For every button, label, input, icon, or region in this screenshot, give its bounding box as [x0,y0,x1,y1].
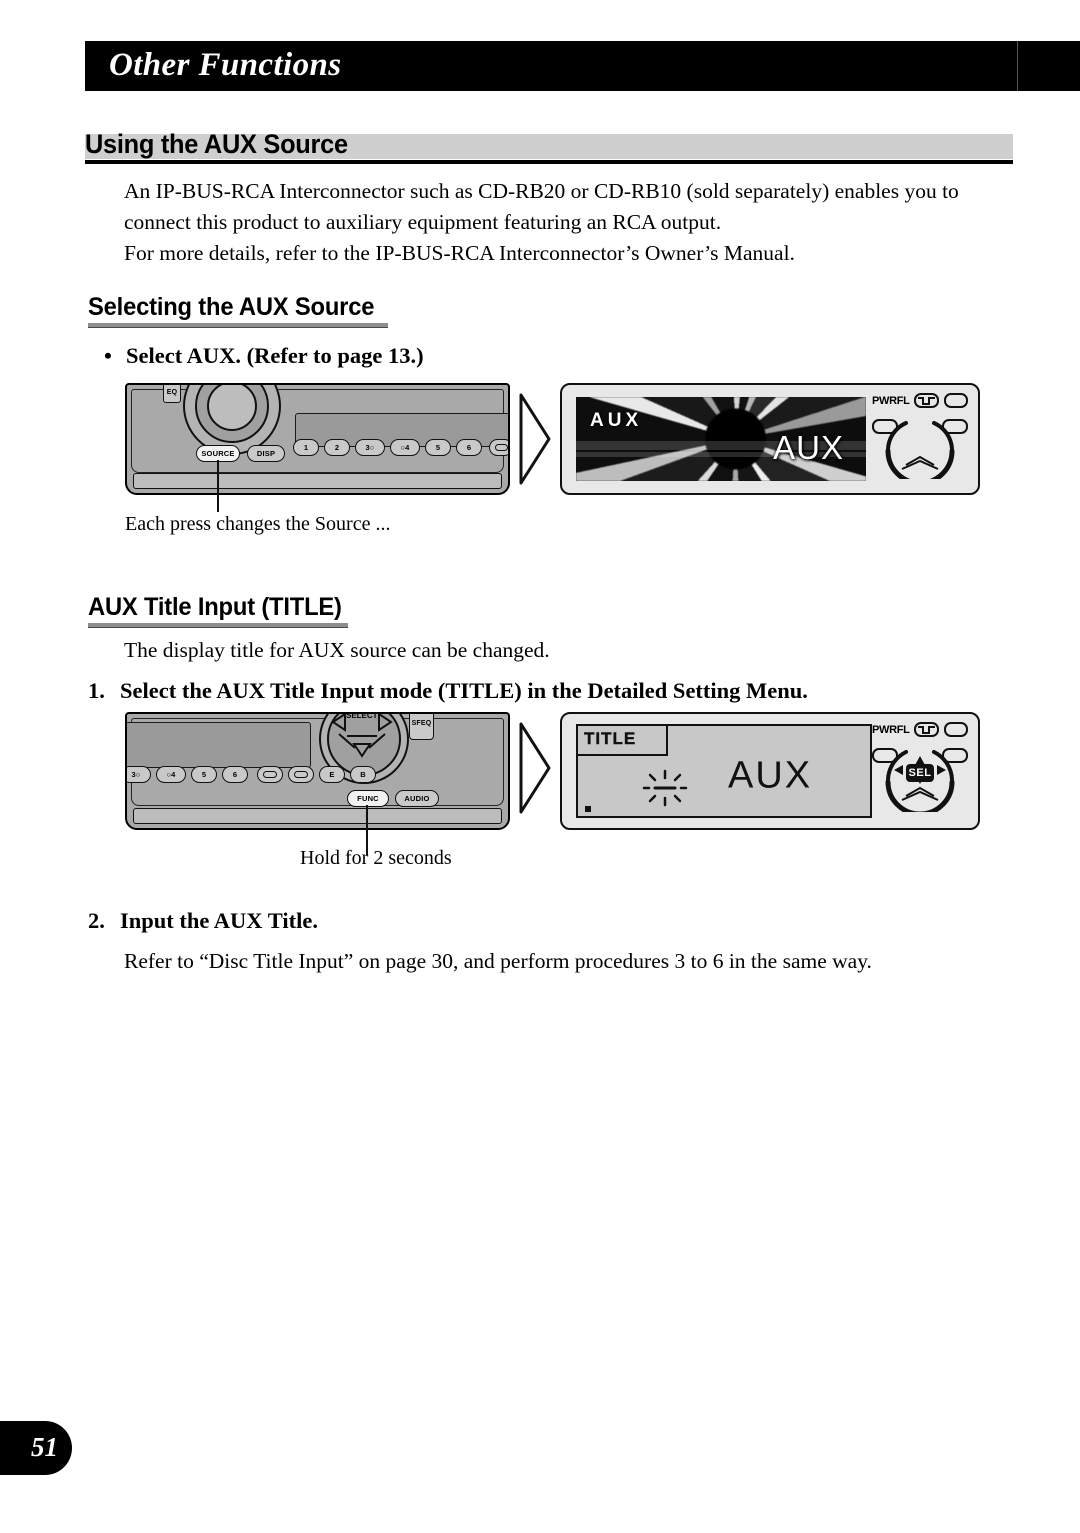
joystick-ring-1[interactable] [872,407,968,479]
control-cluster-1: PWRFL [872,393,968,485]
preset-button-4b[interactable]: ○4 [156,766,186,783]
oval-glyph-icon-a [263,771,277,778]
lcd-aux-source-label: AUX [590,410,643,431]
step-2-text: Input the AUX Title. [120,908,318,933]
step-1-text: Select the AUX Title Input mode (TITLE) … [120,678,808,703]
subsection-heading-aux-title-input: AUX Title Input (TITLE) [88,592,348,628]
bullet-dot-icon: • [104,343,112,368]
oval-button-2b[interactable] [288,766,314,783]
bullet-select-aux-text: Select AUX. (Refer to page 13.) [126,343,424,368]
lcd-aux-title-label: AUX [773,429,844,466]
preset-button-5[interactable]: 5 [425,439,451,456]
caption-each-press: Each press changes the Source ... [125,513,391,535]
oval-glyph-icon [494,444,508,451]
step-1-number: 1. [88,678,105,703]
preset-button-2[interactable]: 2 [324,439,350,456]
eq-button-1[interactable]: EQ [163,385,181,403]
select-label: SELECT [346,712,378,720]
subsection-heading-selecting-text: Selecting the AUX Source [88,293,375,321]
flow-arrow-1 [515,391,555,487]
sfeq-button[interactable]: SFEQ [409,714,434,740]
step-2-number: 2. [88,908,105,933]
select-pad-icon[interactable] [325,712,399,766]
lcd-indicator-dot [585,806,591,812]
figure-select-aux-source: EQ SOURCE DISP 1 2 3○ ○4 5 6 AUX AUX PWR… [125,383,980,512]
lcd-title-tab: TITLE [576,724,668,756]
flow-arrow-2 [515,720,555,816]
head-unit-faceplate-1: EQ SOURCE DISP 1 2 3○ ○4 5 6 [125,383,510,495]
lcd-screen-title: TITLE AUX [576,724,872,818]
preset-button-3[interactable]: 3○ [355,439,385,456]
section-heading-text: Using the AUX Source [85,129,348,159]
preset-button-e[interactable]: E [319,766,345,783]
lcd-aux-editable-text: AUX [728,754,813,797]
faceplate-panel-edge-2 [127,722,311,768]
step-1: 1. Select the AUX Title Input mode (TITLE… [88,678,808,704]
pwrfl-label-1: PWRFL [872,395,910,407]
oval-button-1a[interactable] [489,439,508,456]
preset-button-6b[interactable]: 6 [222,766,248,783]
pwrfl-label-2: PWRFL [872,724,910,736]
head-unit-faceplate-2: SELECT SFEQ 3○ ○4 5 6 E B FUNC AUDIO [125,712,510,830]
section-heading-rule [85,160,1013,164]
preset-button-1[interactable]: 1 [293,439,319,456]
caption-hold-2-seconds: Hold for 2 seconds [300,847,452,869]
lcd-title-tab-label: TITLE [584,729,637,748]
chapter-header-divider [1017,41,1018,91]
intro-paragraph-1: An IP-BUS-RCA Interconnector such as CD-… [124,179,959,234]
pwrfl-toggle-button-1[interactable] [914,393,939,408]
chapter-title: Other Functions [109,46,342,83]
sel-button[interactable]: SEL [906,764,934,782]
lcd-screen-aux: AUX AUX [576,397,866,481]
pwrfl-toggle-button-2[interactable] [914,722,939,737]
func-button[interactable]: FUNC [347,790,389,807]
top-right-button-2[interactable] [944,722,968,737]
page-number-tab: 51 [0,1421,72,1475]
control-cluster-2: PWRFL SEL [872,722,968,820]
oval-glyph-icon-b [294,771,308,778]
oval-button-2a[interactable] [257,766,283,783]
subsection-heading-selecting-aux: Selecting the AUX Source [88,292,388,328]
display-panel-title-input: TITLE AUX PWRFL SEL [560,712,980,830]
display-panel-aux-source: AUX AUX PWRFL [560,383,980,495]
preset-button-b[interactable]: B [350,766,376,783]
figure-aux-title-input: SELECT SFEQ 3○ ○4 5 6 E B FUNC AUDIO TIT… [125,712,980,855]
intro-paragraph-2: For more details, refer to the IP-BUS-RC… [124,241,795,265]
chapter-header-bar: Other Functions [85,41,1080,91]
display-title-note: The display title for AUX source can be … [124,638,550,662]
bullet-select-aux: • Select AUX. (Refer to page 13.) [104,343,424,369]
subsection-heading-title-input-rule [88,623,348,628]
step-2-note: Refer to “Disc Title Input” on page 30, … [124,949,872,973]
subsection-heading-title-input-text: AUX Title Input (TITLE) [88,593,342,621]
page-number: 51 [31,1431,58,1462]
faceplate-bottom-bar-1 [133,473,502,489]
preset-button-3b[interactable]: 3○ [127,766,151,783]
preset-button-4[interactable]: ○4 [390,439,420,456]
disp-button[interactable]: DISP [247,445,285,462]
volume-knob-inner-1[interactable] [207,385,257,431]
preset-button-5b[interactable]: 5 [191,766,217,783]
step-2: 2. Input the AUX Title. [88,908,318,934]
faceplate-bottom-bar-2 [133,808,502,824]
audio-button[interactable]: AUDIO [395,790,439,807]
section-heading-using-aux: Using the AUX Source [85,128,1013,164]
subsection-heading-selecting-rule [88,323,388,328]
leader-line-source [217,460,219,512]
top-right-button-1[interactable] [944,393,968,408]
preset-button-6[interactable]: 6 [456,439,482,456]
blinking-cursor-icon [642,769,688,807]
